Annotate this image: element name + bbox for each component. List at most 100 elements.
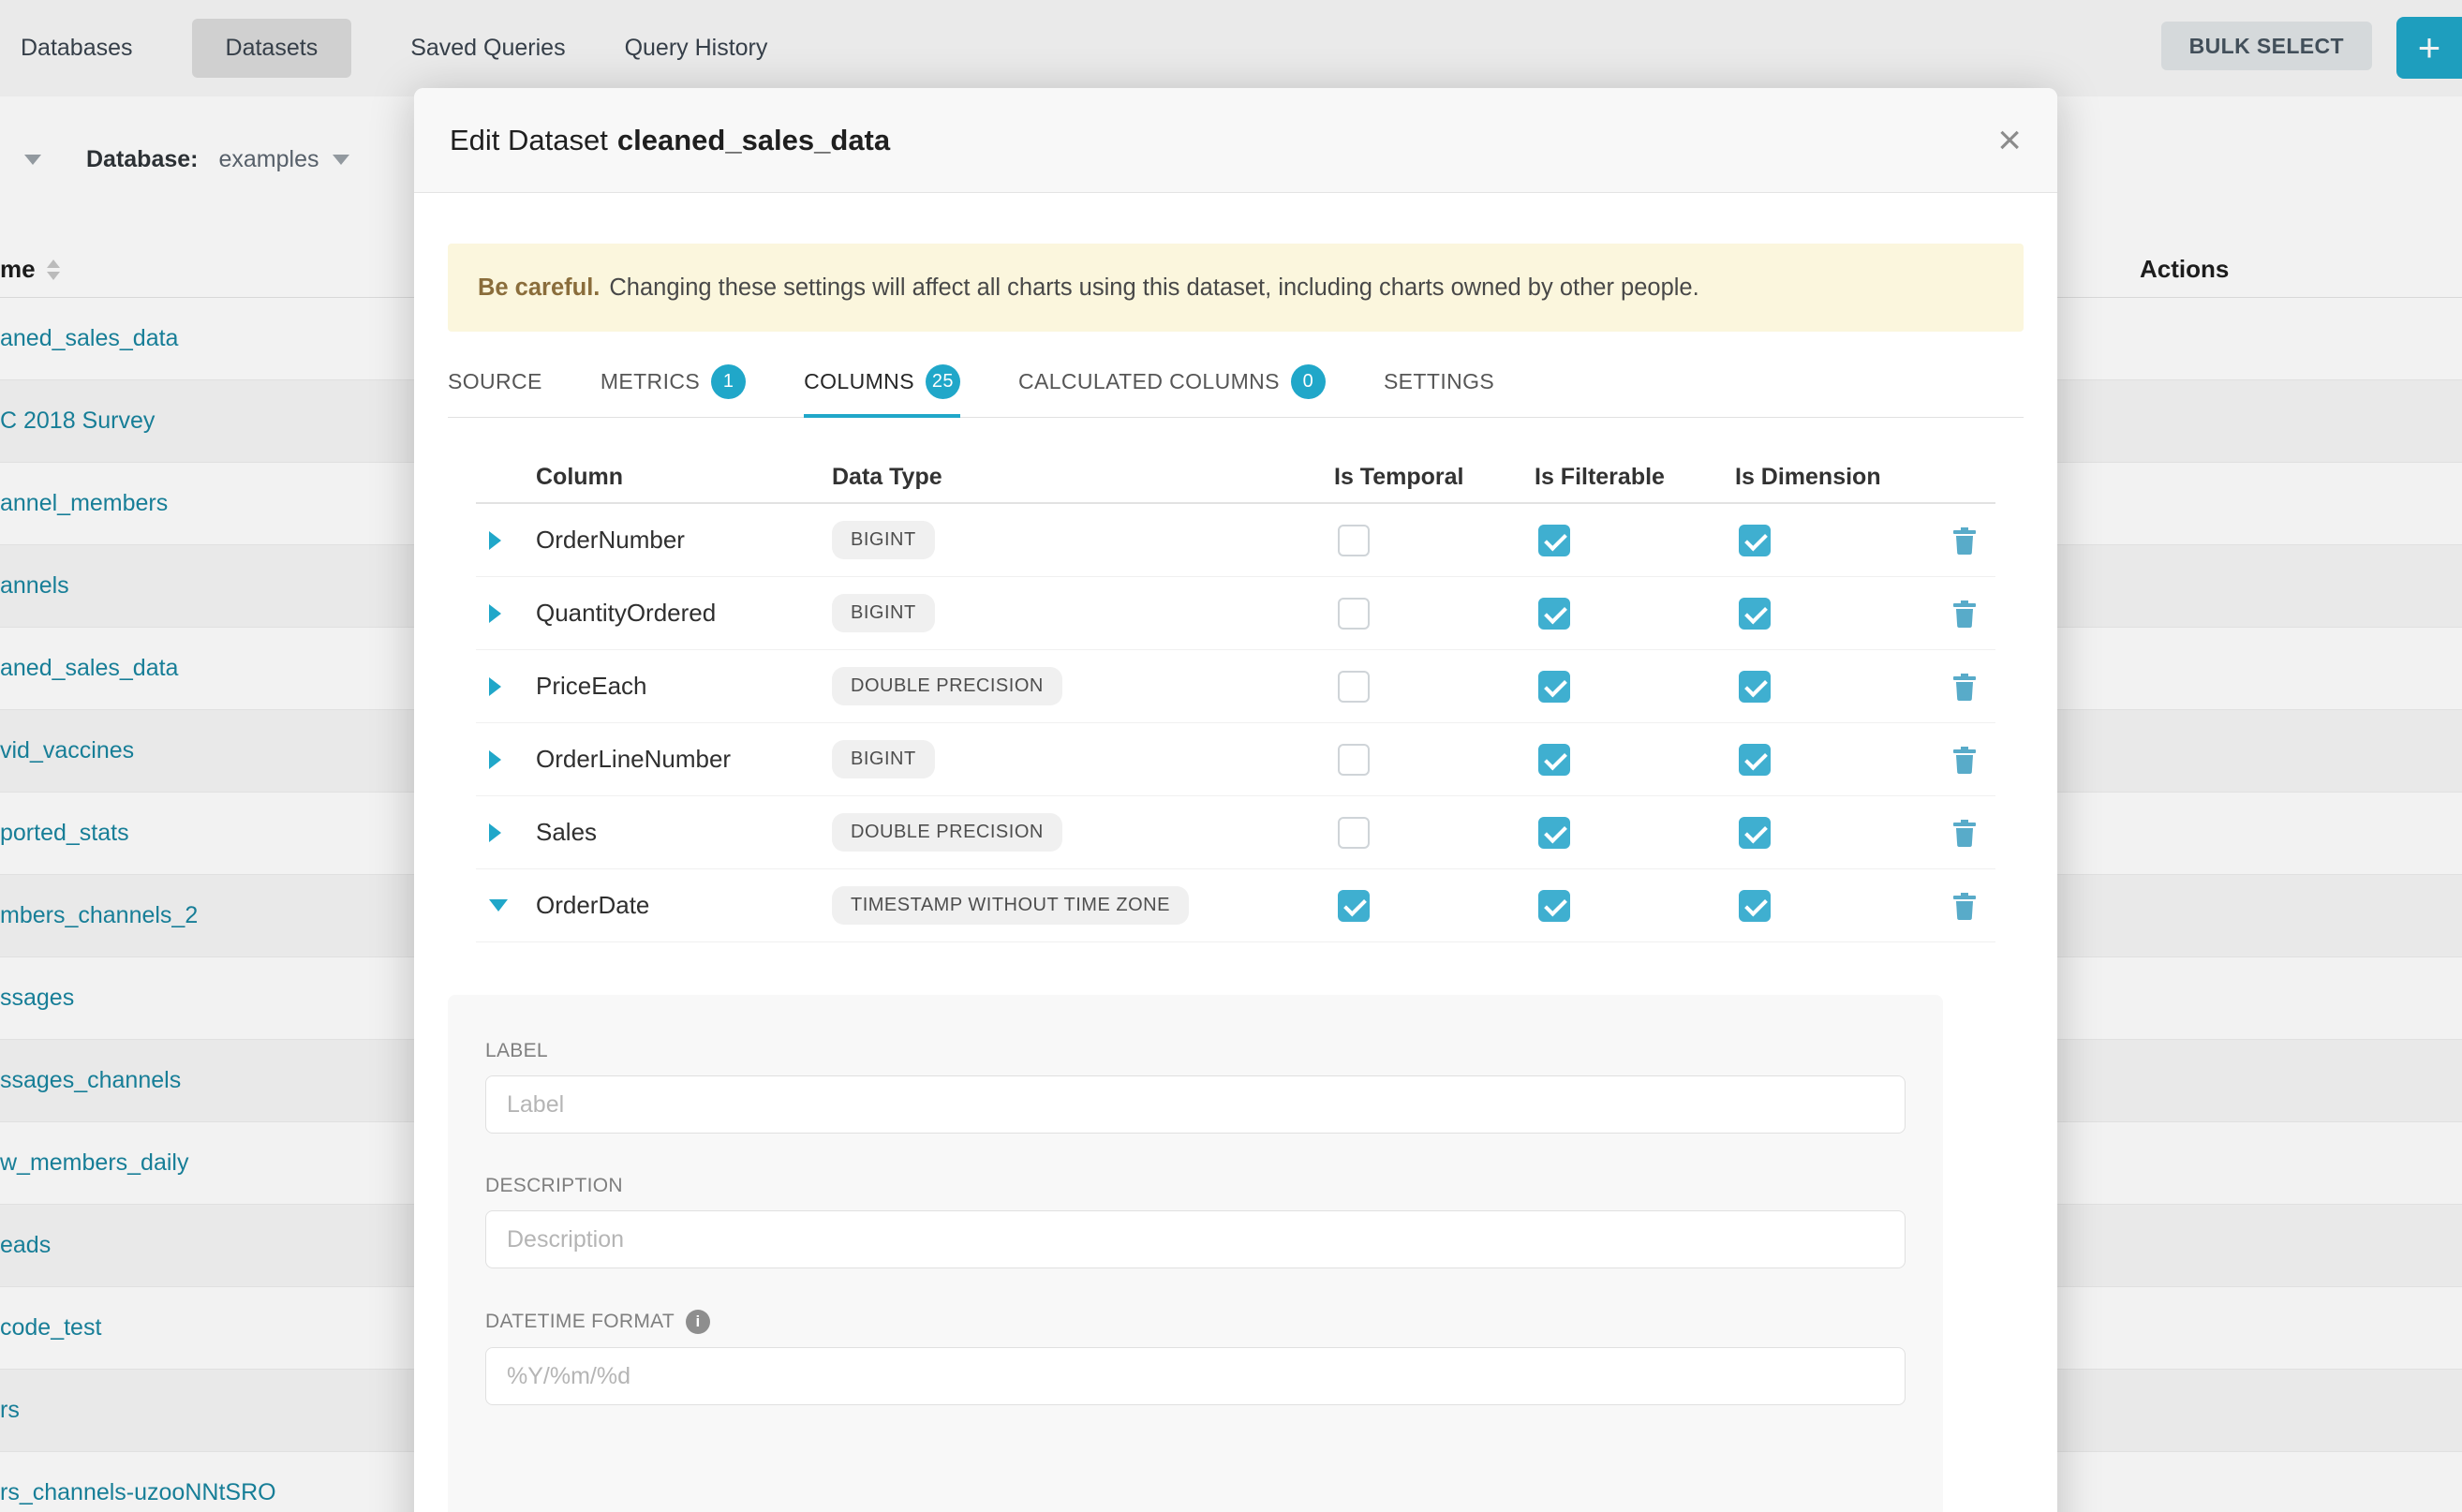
is-dimension-header: Is Dimension: [1735, 464, 1930, 491]
modal-title-dataset-name: cleaned_sales_data: [617, 124, 890, 156]
tab-calculated-columns[interactable]: CALCULATED COLUMNS0: [1018, 347, 1326, 417]
warning-banner: Be careful. Changing these settings will…: [448, 244, 2024, 332]
is-temporal-checkbox[interactable]: [1338, 671, 1370, 703]
is-dimension-checkbox[interactable]: [1739, 890, 1771, 922]
expander-cell: [476, 823, 536, 842]
trash-icon[interactable]: [1952, 673, 1977, 701]
is-filterable-cell: [1535, 671, 1735, 703]
expand-row-icon[interactable]: [489, 531, 501, 550]
trash-icon[interactable]: [1952, 819, 1977, 847]
tab-settings[interactable]: SETTINGS: [1384, 347, 1494, 417]
expander-cell: [476, 899, 536, 912]
is-temporal-checkbox[interactable]: [1338, 890, 1370, 922]
tab-count-badge: 1: [711, 364, 746, 399]
columns-table-body: OrderNumberBIGINTQuantityOrderedBIGINTPr…: [476, 504, 1995, 942]
datetime-format-field: DATETIME FORMAT i: [485, 1310, 1906, 1405]
is-filterable-cell: [1535, 890, 1735, 922]
expand-row-icon[interactable]: [489, 823, 501, 842]
datetime-format-field-label: DATETIME FORMAT i: [485, 1310, 1906, 1334]
data-type-cell: TIMESTAMP WITHOUT TIME ZONE: [832, 886, 1334, 925]
label-field: LABEL: [485, 1040, 1906, 1134]
expander-cell: [476, 677, 536, 696]
data-type-pill: BIGINT: [832, 521, 935, 559]
trash-icon[interactable]: [1952, 892, 1977, 920]
is-dimension-cell: [1735, 598, 1930, 630]
delete-column-cell: [1930, 746, 1999, 774]
column-name: OrderNumber: [536, 526, 832, 555]
expander-cell: [476, 604, 536, 623]
data-type-cell: BIGINT: [832, 740, 1334, 778]
is-temporal-checkbox[interactable]: [1338, 744, 1370, 776]
is-filterable-checkbox[interactable]: [1538, 671, 1570, 703]
data-type-pill: TIMESTAMP WITHOUT TIME ZONE: [832, 886, 1189, 925]
tab-label: SOURCE: [448, 369, 542, 394]
tab-columns[interactable]: COLUMNS25: [804, 347, 960, 417]
is-dimension-cell: [1735, 671, 1930, 703]
is-filterable-cell: [1535, 598, 1735, 630]
is-filterable-cell: [1535, 817, 1735, 849]
is-dimension-cell: [1735, 817, 1930, 849]
is-filterable-checkbox[interactable]: [1538, 598, 1570, 630]
delete-column-cell: [1930, 673, 1999, 701]
column-editor-panel: LABEL DESCRIPTION DATETIME FORMAT i: [448, 995, 1943, 1512]
expand-row-icon[interactable]: [489, 677, 501, 696]
is-dimension-cell: [1735, 525, 1930, 556]
is-dimension-checkbox[interactable]: [1739, 744, 1771, 776]
modal-title: Edit Datasetcleaned_sales_data: [450, 124, 890, 157]
is-filterable-checkbox[interactable]: [1538, 525, 1570, 556]
trash-icon[interactable]: [1952, 600, 1977, 628]
is-filterable-checkbox[interactable]: [1538, 744, 1570, 776]
expand-row-icon[interactable]: [489, 604, 501, 623]
tab-count-badge: 25: [926, 364, 960, 399]
modal-header: Edit Datasetcleaned_sales_data ×: [414, 88, 2057, 193]
column-name: OrderLineNumber: [536, 745, 832, 774]
close-icon[interactable]: ×: [1997, 120, 2022, 161]
warning-banner-text: Changing these settings will affect all …: [609, 274, 1698, 302]
is-dimension-checkbox[interactable]: [1739, 671, 1771, 703]
label-field-label: LABEL: [485, 1040, 1906, 1062]
data-type-pill: DOUBLE PRECISION: [832, 667, 1062, 705]
tab-metrics[interactable]: METRICS 1: [601, 347, 746, 417]
description-field-label: DESCRIPTION: [485, 1175, 1906, 1197]
expand-row-icon[interactable]: [489, 750, 501, 769]
column-name: Sales: [536, 818, 832, 847]
tab-label: METRICS: [601, 369, 700, 394]
columns-table: Column Data Type Is Temporal Is Filterab…: [476, 452, 1995, 942]
is-temporal-header: Is Temporal: [1334, 464, 1535, 491]
delete-column-cell: [1930, 892, 1999, 920]
data-type-cell: BIGINT: [832, 594, 1334, 632]
modal-body: Be careful. Changing these settings will…: [414, 244, 2057, 1512]
description-input[interactable]: [485, 1210, 1906, 1268]
is-filterable-checkbox[interactable]: [1538, 890, 1570, 922]
is-temporal-checkbox[interactable]: [1338, 817, 1370, 849]
trash-icon[interactable]: [1952, 746, 1977, 774]
expander-cell: [476, 531, 536, 550]
column-header: Column: [536, 464, 832, 491]
delete-column-cell: [1930, 526, 1999, 555]
info-icon[interactable]: i: [686, 1310, 710, 1334]
is-temporal-cell: [1334, 890, 1535, 922]
datetime-format-input[interactable]: [485, 1347, 1906, 1405]
modal-tabs: SOURCE METRICS 1 COLUMNS25 CALCULATED COLUMN…: [448, 347, 2024, 418]
is-temporal-checkbox[interactable]: [1338, 525, 1370, 556]
label-input[interactable]: [485, 1075, 1906, 1134]
is-dimension-checkbox[interactable]: [1739, 525, 1771, 556]
data-type-pill: BIGINT: [832, 740, 935, 778]
datetime-format-label-text: DATETIME FORMAT: [485, 1311, 675, 1333]
columns-table-header: Column Data Type Is Temporal Is Filterab…: [476, 452, 1995, 504]
is-temporal-cell: [1334, 671, 1535, 703]
is-temporal-cell: [1334, 817, 1535, 849]
data-type-pill: BIGINT: [832, 594, 935, 632]
expander-cell: [476, 750, 536, 769]
is-filterable-checkbox[interactable]: [1538, 817, 1570, 849]
is-temporal-checkbox[interactable]: [1338, 598, 1370, 630]
column-row-sales: SalesDOUBLE PRECISION: [476, 796, 1995, 869]
data-type-cell: BIGINT: [832, 521, 1334, 559]
is-temporal-cell: [1334, 525, 1535, 556]
tab-source[interactable]: SOURCE: [448, 347, 542, 417]
column-row-ordernumber: OrderNumberBIGINT: [476, 504, 1995, 577]
collapse-row-icon[interactable]: [489, 899, 508, 912]
is-dimension-checkbox[interactable]: [1739, 598, 1771, 630]
is-dimension-checkbox[interactable]: [1739, 817, 1771, 849]
trash-icon[interactable]: [1952, 526, 1977, 555]
